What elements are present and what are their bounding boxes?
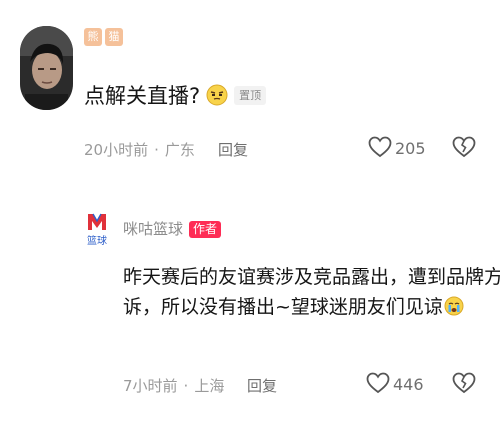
crying-face-emoji [444, 296, 464, 316]
reply-text-line-2: 诉，所以没有播出~望球迷朋友们见谅 [123, 292, 483, 322]
comment-meta: 20小时前 · 广东 [84, 139, 195, 160]
avatar[interactable] [20, 26, 73, 110]
comment-text: 点解关直播? [84, 84, 201, 108]
reply-button[interactable]: 回复 [218, 139, 248, 160]
user-badge: 猫 [105, 28, 123, 46]
comment-time: 7小时前 [123, 377, 178, 395]
meta-separator: · [154, 141, 159, 159]
smug-face-emoji [206, 84, 228, 106]
reply-text-line: 昨天赛后的友谊赛涉及竞品露出，遭到品牌方投 [123, 266, 500, 288]
pinned-tag: 置顶 [234, 85, 267, 105]
broken-heart-icon[interactable] [452, 135, 476, 159]
reply-text-line: 诉，所以没有播出~望球迷朋友们见谅 [123, 296, 443, 318]
reply-button[interactable]: 回复 [247, 375, 277, 396]
author-tag: 作者 [189, 221, 222, 238]
comment-text-row: 点解关直播? 置顶 [84, 80, 267, 110]
user-badges: 熊 猫 [84, 28, 123, 46]
meta-separator: · [183, 377, 189, 395]
heart-icon[interactable] [368, 136, 392, 158]
like-count: 446 [393, 375, 424, 394]
avatar-label: 篮球 [87, 234, 107, 247]
heart-icon[interactable] [366, 372, 390, 394]
broken-heart-icon[interactable] [452, 371, 476, 395]
avatar[interactable]: 篮球 [84, 208, 110, 252]
comment-meta: 7小时前 · 上海 [123, 375, 224, 396]
author-name[interactable]: 咪咕篮球 [123, 218, 183, 239]
like-count: 205 [395, 139, 426, 158]
comment-time: 20小时前 [84, 141, 149, 159]
comment-location: 上海 [194, 377, 225, 395]
user-badge: 熊 [84, 28, 102, 46]
comment-location: 广东 [164, 141, 195, 159]
reply-text: 昨天赛后的友谊赛涉及竞品露出，遭到品牌方投 诉，所以没有播出~望球迷朋友们见谅 [123, 262, 500, 322]
